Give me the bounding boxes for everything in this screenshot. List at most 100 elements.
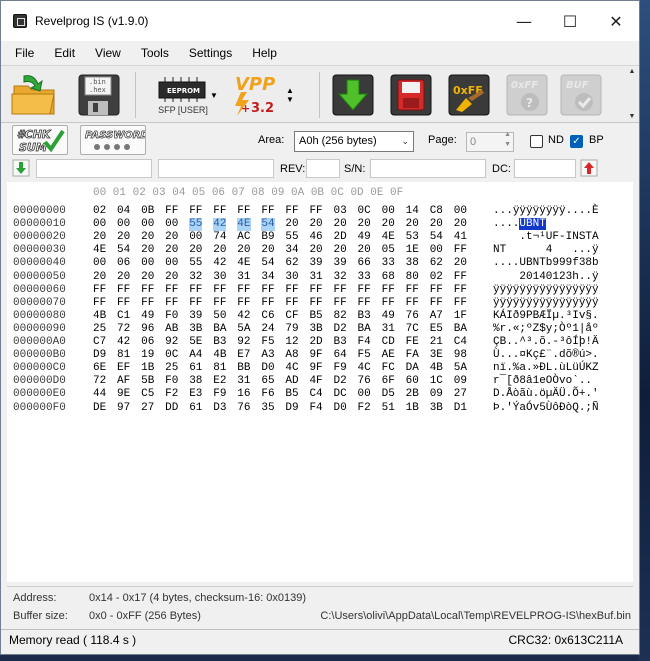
verify-buffer-button[interactable]: BUF xyxy=(555,71,607,119)
hex-byte[interactable]: 1E xyxy=(406,244,419,257)
hex-byte[interactable]: D1 xyxy=(454,402,467,415)
hex-byte[interactable]: FF xyxy=(189,297,202,310)
hex-byte[interactable]: 7C xyxy=(406,323,419,336)
hex-byte[interactable]: FF xyxy=(285,297,298,310)
area-select[interactable]: A0h (256 bytes) ⌄ xyxy=(294,131,414,152)
hex-row-ascii[interactable]: .t¬¹UF-INSTA xyxy=(493,231,598,244)
hex-row-ascii[interactable]: ÿÿÿÿÿÿÿÿÿÿÿÿÿÿÿÿ xyxy=(493,297,599,310)
hex-byte[interactable]: 42 xyxy=(237,310,250,323)
hex-byte[interactable]: FF xyxy=(334,284,347,297)
hex-byte[interactable]: 20 xyxy=(165,231,178,244)
hex-byte[interactable]: 3B xyxy=(309,323,322,336)
hex-byte[interactable]: 9E xyxy=(117,388,130,401)
vpp-voltage-button[interactable]: VPP + 3.2 xyxy=(229,71,285,119)
hex-byte[interactable]: 79 xyxy=(285,323,298,336)
hex-byte[interactable]: 06 xyxy=(117,257,130,270)
hex-byte[interactable]: 00 xyxy=(141,218,154,231)
hex-byte[interactable]: 62 xyxy=(285,257,298,270)
hex-byte[interactable]: 39 xyxy=(334,257,347,270)
hex-byte[interactable]: 72 xyxy=(117,323,130,336)
hex-byte[interactable]: F5 xyxy=(261,336,274,349)
hex-byte[interactable]: 82 xyxy=(334,310,347,323)
hex-byte[interactable]: A4 xyxy=(189,349,202,362)
hex-byte[interactable]: 5E xyxy=(189,336,202,349)
hex-byte[interactable]: FF xyxy=(309,297,322,310)
hex-byte[interactable]: 20 xyxy=(454,257,467,270)
vpp-down-arrow[interactable]: ▼ xyxy=(286,95,294,104)
hex-byte[interactable]: 42 xyxy=(213,257,226,270)
hex-byte[interactable]: 21 xyxy=(430,336,443,349)
page-spinner[interactable]: 0 ▲ ▼ xyxy=(466,131,514,152)
hex-byte[interactable]: 74 xyxy=(213,231,226,244)
hex-byte[interactable]: 44 xyxy=(93,388,106,401)
hex-byte[interactable]: 20 xyxy=(93,231,106,244)
write-chip-button[interactable] xyxy=(385,71,437,119)
hex-row-ascii[interactable]: D.Åòãù.öµÄÜ.Õ+.' xyxy=(493,388,599,401)
hex-byte[interactable]: FF xyxy=(237,284,250,297)
hex-byte[interactable]: FF xyxy=(261,205,274,218)
hex-byte[interactable]: F6 xyxy=(261,388,274,401)
hex-byte[interactable]: 20 xyxy=(165,271,178,284)
hex-byte[interactable]: 1B xyxy=(141,362,154,375)
checksum-button[interactable]: #CHK SUM xyxy=(12,125,68,155)
hex-byte[interactable]: FF xyxy=(261,284,274,297)
hex-byte[interactable]: 20 xyxy=(141,244,154,257)
hex-byte[interactable]: F0 xyxy=(165,310,178,323)
hex-byte[interactable]: F9 xyxy=(334,362,347,375)
hex-byte[interactable]: 00 xyxy=(454,205,467,218)
hex-byte[interactable]: 96 xyxy=(141,323,154,336)
hex-byte[interactable]: FF xyxy=(141,284,154,297)
hex-byte[interactable]: AC xyxy=(237,231,250,244)
hex-byte[interactable]: CF xyxy=(285,310,298,323)
hex-byte[interactable]: 46 xyxy=(309,231,322,244)
hex-byte[interactable]: 1B xyxy=(406,402,419,415)
import-info-button[interactable] xyxy=(12,159,30,177)
close-button[interactable]: ✕ xyxy=(593,1,639,41)
hex-byte[interactable]: 3B xyxy=(430,402,443,415)
hex-byte[interactable]: 55 xyxy=(189,257,202,270)
hex-byte[interactable]: DC xyxy=(334,388,347,401)
hex-byte[interactable]: 92 xyxy=(165,336,178,349)
hex-byte[interactable]: 9F xyxy=(309,349,322,362)
hex-byte[interactable]: FC xyxy=(382,362,395,375)
hex-byte[interactable]: 20 xyxy=(285,218,298,231)
hex-byte[interactable]: D3 xyxy=(213,402,226,415)
erase-chip-button[interactable]: 0xFF xyxy=(443,71,495,119)
toolbar-scroll[interactable]: ▲ ▼ xyxy=(627,68,637,120)
hex-byte[interactable]: 76 xyxy=(237,402,250,415)
hex-byte[interactable]: 20 xyxy=(141,231,154,244)
hex-byte[interactable]: 12 xyxy=(285,336,298,349)
hex-byte[interactable]: 20 xyxy=(261,244,274,257)
hex-byte[interactable]: E3 xyxy=(189,388,202,401)
hex-byte[interactable]: C8 xyxy=(430,205,443,218)
hex-byte[interactable]: FF xyxy=(213,284,226,297)
hex-byte[interactable]: 6F xyxy=(382,375,395,388)
hex-byte[interactable]: FF xyxy=(358,284,371,297)
date-code-field[interactable] xyxy=(514,159,576,178)
hex-byte[interactable]: FF xyxy=(406,284,419,297)
hex-byte[interactable]: 20 xyxy=(189,244,202,257)
hex-byte[interactable]: 09 xyxy=(454,375,467,388)
hex-byte[interactable]: FF xyxy=(406,297,419,310)
hex-byte[interactable]: 20 xyxy=(309,244,322,257)
bp-checkbox[interactable]: ✓ xyxy=(570,135,583,148)
hex-byte[interactable]: 4B xyxy=(430,362,443,375)
hex-byte[interactable]: 72 xyxy=(93,375,106,388)
toolbar-scroll-up-icon[interactable]: ▲ xyxy=(629,68,636,75)
hex-byte[interactable]: B3 xyxy=(213,336,226,349)
hex-byte[interactable]: 61 xyxy=(189,362,202,375)
hex-byte[interactable]: AF xyxy=(117,375,130,388)
hex-byte[interactable]: E5 xyxy=(430,323,443,336)
hex-byte[interactable]: 02 xyxy=(93,205,106,218)
hex-byte[interactable]: 2D xyxy=(334,231,347,244)
hex-byte[interactable]: 0C xyxy=(165,349,178,362)
menu-edit[interactable]: Edit xyxy=(44,41,85,65)
hex-byte[interactable]: B5 xyxy=(285,388,298,401)
open-file-button[interactable] xyxy=(9,71,61,119)
hex-byte[interactable]: FF xyxy=(430,284,443,297)
hex-byte[interactable]: FF xyxy=(454,244,467,257)
hex-byte[interactable]: AD xyxy=(285,375,298,388)
hex-byte[interactable]: 32 xyxy=(189,271,202,284)
hex-byte[interactable]: FF xyxy=(165,297,178,310)
hex-byte[interactable]: 31 xyxy=(309,271,322,284)
